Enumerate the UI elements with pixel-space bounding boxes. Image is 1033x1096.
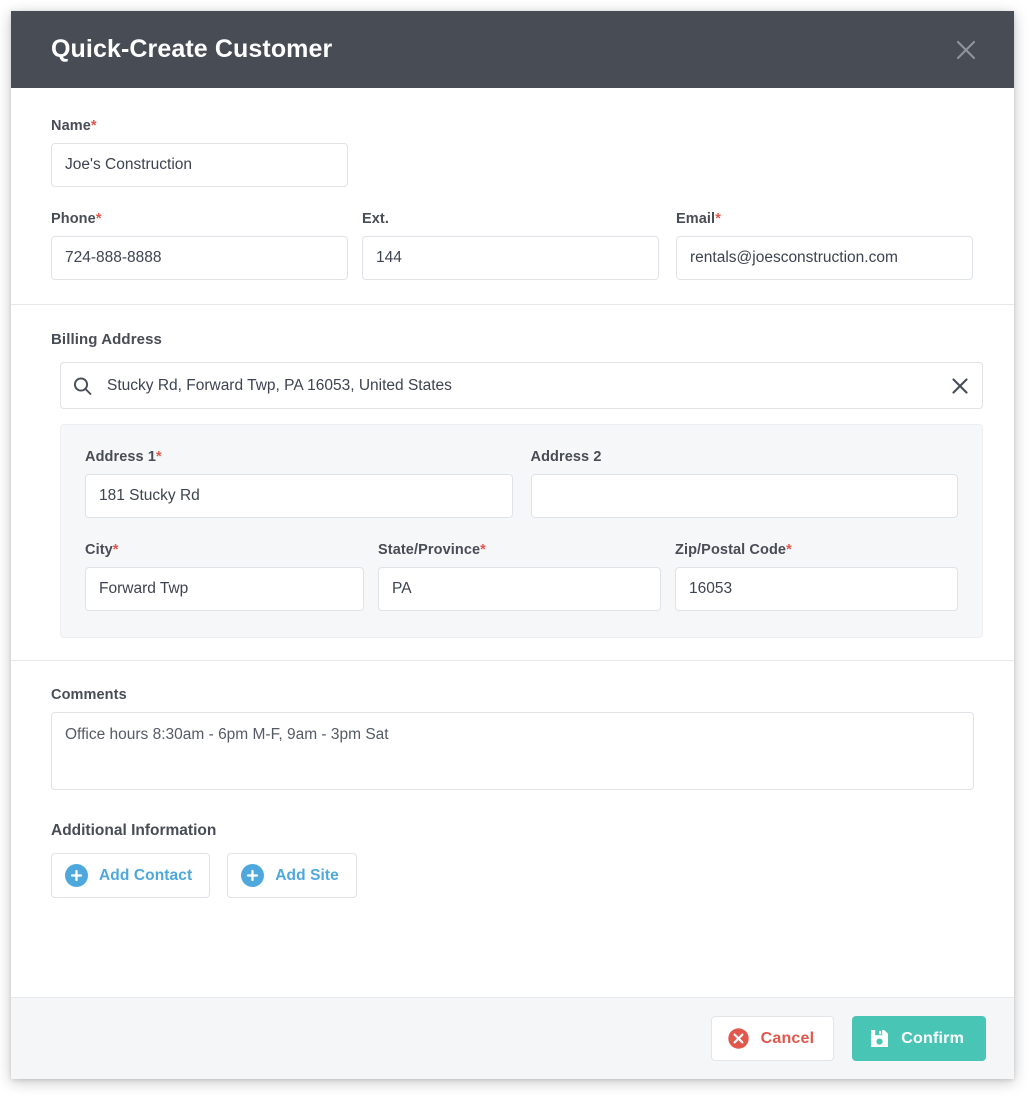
dialog-footer: Cancel Confirm: [11, 997, 1014, 1079]
name-field-group: Name*: [51, 118, 348, 187]
address2-label: Address 2: [530, 449, 602, 465]
zip-input[interactable]: [675, 567, 958, 611]
address2-input[interactable]: [530, 474, 958, 518]
required-marker: *: [156, 449, 162, 465]
email-label: Email*: [676, 211, 721, 227]
address-search-input[interactable]: [60, 362, 983, 409]
add-site-label: Add Site: [275, 866, 339, 884]
add-contact-label: Add Contact: [99, 866, 193, 884]
zip-label: Zip/Postal Code*: [675, 542, 792, 558]
name-label: Name*: [51, 118, 97, 134]
city-input[interactable]: [85, 567, 365, 611]
add-site-button[interactable]: Add Site: [227, 853, 357, 898]
state-field-group: State/Province*: [378, 542, 661, 611]
cancel-button[interactable]: Cancel: [710, 1016, 835, 1061]
ext-input[interactable]: [362, 236, 659, 280]
close-icon[interactable]: [946, 30, 986, 70]
city-field-group: City*: [85, 542, 365, 611]
dialog-title: Quick-Create Customer: [51, 35, 333, 63]
clear-icon[interactable]: [951, 377, 969, 395]
additional-information-heading: Additional Information: [51, 822, 217, 839]
contact-section: Name* Phone* Ext. Email*: [11, 88, 1014, 304]
address-detail-panel: Address 1* Address 2 City* State/Provinc: [60, 424, 983, 638]
additional-buttons: Add Contact Add Site: [51, 853, 974, 898]
address-lines-row: Address 1* Address 2: [85, 449, 958, 518]
address1-input[interactable]: [85, 474, 513, 518]
address1-label: Address 1*: [85, 449, 162, 465]
dialog-body: Name* Phone* Ext. Email*: [11, 88, 1014, 997]
city-state-zip-row: City* State/Province* Zip/Postal Code*: [85, 542, 958, 611]
save-disk-icon: [869, 1028, 890, 1049]
ext-label: Ext.: [362, 211, 389, 227]
comments-label: Comments: [51, 687, 127, 703]
phone-field-group: Phone*: [51, 211, 348, 280]
zip-field-group: Zip/Postal Code*: [675, 542, 958, 611]
phone-input[interactable]: [51, 236, 348, 280]
phone-row: Phone* Ext. Email*: [51, 211, 974, 280]
comments-section: Comments Additional Information Add Cont…: [11, 661, 1014, 922]
plus-circle-icon: [65, 864, 88, 887]
email-field-group: Email*: [676, 211, 973, 280]
email-input[interactable]: [676, 236, 973, 280]
required-marker: *: [715, 211, 721, 227]
comments-textarea[interactable]: [51, 712, 974, 790]
state-input[interactable]: [378, 567, 661, 611]
plus-circle-icon: [241, 864, 265, 887]
required-marker: *: [90, 118, 97, 134]
confirm-label: Confirm: [901, 1029, 964, 1047]
ext-field-group: Ext.: [362, 211, 659, 280]
add-contact-button[interactable]: Add Contact: [51, 853, 211, 898]
city-label: City*: [85, 542, 119, 558]
phone-label: Phone*: [51, 211, 102, 227]
billing-address-heading: Billing Address: [51, 331, 162, 348]
address-search-wrap: [60, 362, 983, 409]
dialog-header: Quick-Create Customer: [11, 11, 1014, 88]
quick-create-customer-dialog: Quick-Create Customer Name* Phone*: [11, 11, 1014, 1079]
name-row: Name*: [51, 118, 974, 187]
required-marker: *: [480, 542, 486, 558]
required-marker: *: [95, 211, 102, 227]
address1-field-group: Address 1*: [85, 449, 513, 518]
state-label: State/Province*: [378, 542, 486, 558]
required-marker: *: [786, 542, 792, 558]
search-icon: [73, 376, 92, 395]
confirm-button[interactable]: Confirm: [852, 1016, 986, 1061]
circle-x-icon: [727, 1027, 750, 1050]
billing-address-section: Billing Address A: [11, 305, 1014, 660]
address2-field-group: Address 2: [530, 449, 958, 518]
required-marker: *: [112, 542, 119, 558]
name-input[interactable]: [51, 143, 348, 187]
cancel-label: Cancel: [760, 1029, 815, 1047]
